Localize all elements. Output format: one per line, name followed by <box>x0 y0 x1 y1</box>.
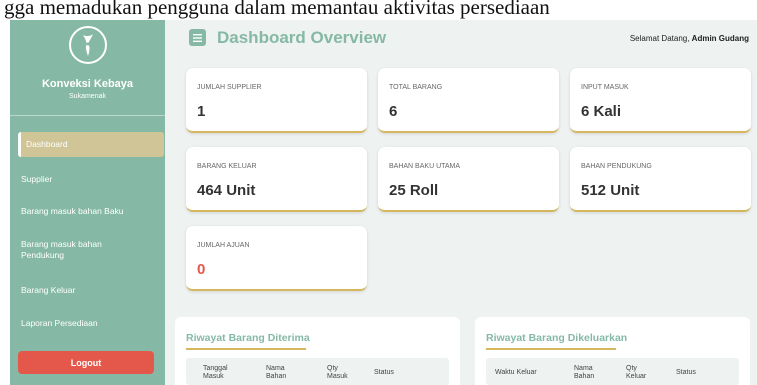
logout-button[interactable]: Logout <box>18 351 154 374</box>
stat-value: 1 <box>197 103 206 120</box>
sidebar-item-label: Barang masuk bahan Pendukung <box>21 239 102 260</box>
panel-title: Riwayat Barang Diterima <box>186 332 310 344</box>
kebaya-logo-icon <box>69 26 107 64</box>
sidebar-item-dashboard[interactable]: Dashboard <box>18 132 164 157</box>
column-header: Qty Masuk <box>327 365 348 380</box>
stat-card-total-barang: TOTAL BARANG 6 <box>378 68 559 133</box>
sidebar-item-label: Barang masuk bahan Baku <box>21 206 124 216</box>
stat-value: 464 Unit <box>197 182 256 199</box>
panel-underline <box>186 348 306 350</box>
stat-card-jumlah-supplier: JUMLAH SUPPLIER 1 <box>186 68 367 133</box>
column-header: Status <box>374 369 394 376</box>
stat-value: 0 <box>197 261 206 278</box>
sidebar-item-barang-masuk-bahan-baku[interactable]: Barang masuk bahan Baku <box>18 206 164 217</box>
column-header: Tanggal Masuk <box>203 365 228 380</box>
stat-label: JUMLAH AJUAN <box>197 242 250 249</box>
sidebar-item-label: Supplier <box>21 174 53 184</box>
stat-card-bahan-baku-utama: BAHAN BAKU UTAMA 25 Roll <box>378 147 559 212</box>
stat-label: BARANG KELUAR <box>197 163 257 170</box>
panel-title: Riwayat Barang Dikeluarkan <box>486 332 628 344</box>
sidebar-item-barang-keluar[interactable]: Barang Keluar <box>18 285 164 296</box>
stat-label: JUMLAH SUPPLIER <box>197 84 262 91</box>
stat-value: 6 <box>389 103 398 120</box>
table-header: Waktu Keluar Nama Bahan Qty Keluar Statu… <box>486 358 739 385</box>
sidebar-item-label: Laporan Persediaan <box>21 318 98 328</box>
column-header: Nama Bahan <box>574 365 595 380</box>
stat-label: TOTAL BARANG <box>389 84 443 91</box>
brand-location: Sukamenak <box>69 93 106 100</box>
stat-card-jumlah-ajuan: JUMLAH AJUAN 0 <box>186 226 367 291</box>
panel-riwayat-barang-dikeluarkan: Riwayat Barang Dikeluarkan Waktu Keluar … <box>475 317 750 385</box>
panel-riwayat-barang-diterima: Riwayat Barang Diterima Tanggal Masuk Na… <box>175 317 460 385</box>
column-header: Nama Bahan <box>266 365 287 380</box>
sidebar-item-label: Dashboard <box>26 139 68 149</box>
stat-card-bahan-pendukung: BAHAN PENDUKUNG 512 Unit <box>570 147 751 212</box>
sidebar-item-label: Barang Keluar <box>21 285 76 295</box>
welcome-user: Admin Gudang <box>691 34 749 43</box>
column-header: Status <box>676 369 696 376</box>
stat-label: BAHAN PENDUKUNG <box>581 163 652 170</box>
stat-label: BAHAN BAKU UTAMA <box>389 163 461 170</box>
stat-value: 25 Roll <box>389 182 439 199</box>
welcome-prefix: Selamat Datang, <box>629 34 690 43</box>
sidebar-divider <box>10 115 165 116</box>
stat-card-input-masuk: INPUT MASUK 6 Kali <box>570 68 751 133</box>
welcome-message: Selamat Datang, Admin Gudang <box>630 34 749 43</box>
column-header: Qty Keluar <box>626 365 647 380</box>
column-header: Waktu Keluar <box>495 369 537 376</box>
hamburger-menu-icon[interactable] <box>189 29 206 46</box>
sidebar-item-barang-masuk-bahan-pendukung[interactable]: Barang masuk bahan Pendukung <box>18 239 128 261</box>
stat-value: 6 Kali <box>581 103 622 120</box>
stat-card-barang-keluar: BARANG KELUAR 464 Unit <box>186 147 367 212</box>
table-header: Tanggal Masuk Nama Bahan Qty Masuk Statu… <box>186 358 449 385</box>
panel-underline <box>486 348 616 350</box>
sidebar-item-supplier[interactable]: Supplier <box>18 174 164 185</box>
sidebar-item-laporan-persediaan[interactable]: Laporan Persediaan <box>18 318 164 329</box>
stat-value: 512 Unit <box>581 182 640 199</box>
brand-name: Konveksi Kebaya <box>41 78 134 90</box>
stat-label: INPUT MASUK <box>581 84 629 91</box>
caption-text: gga memadukan pengguna dalam memantau ak… <box>4 0 550 19</box>
sidebar: Konveksi Kebaya Sukamenak Dashboard Supp… <box>10 20 165 385</box>
main-content: Dashboard Overview Selamat Datang, Admin… <box>165 20 757 385</box>
page-title: Dashboard Overview <box>217 28 387 47</box>
